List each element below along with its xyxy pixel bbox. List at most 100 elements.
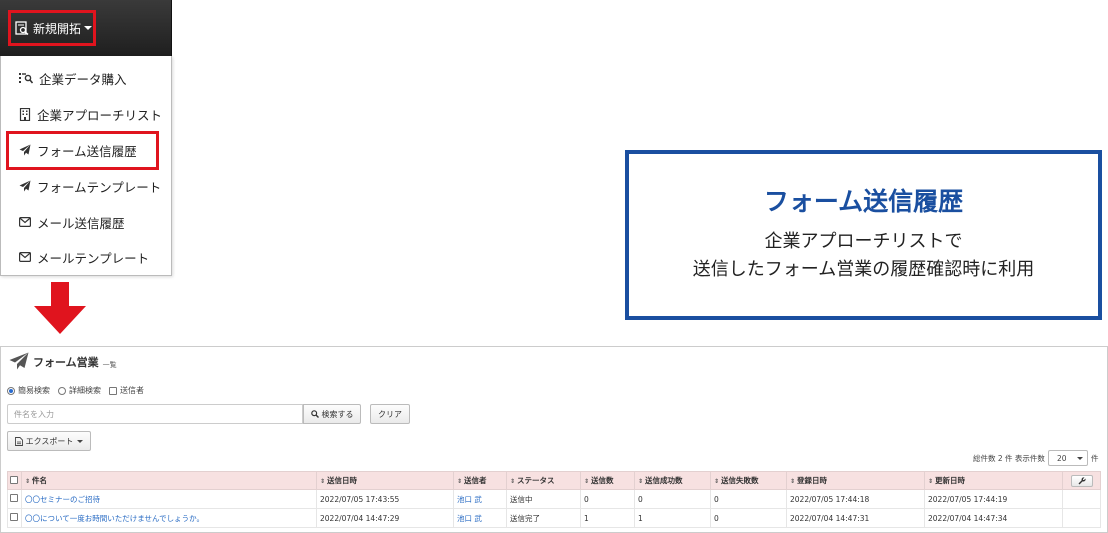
column-header-sent-count[interactable]: ⇕ 送信数 <box>580 471 635 490</box>
page-size-select[interactable]: 20 <box>1047 450 1088 466</box>
sender-checkbox[interactable] <box>109 386 117 395</box>
caret-down-icon <box>84 26 93 30</box>
header-label: 送信日時 <box>327 476 358 485</box>
table-row: 〇〇について一度お時間いただけませんでしょうか。 2022/07/04 14:4… <box>7 508 1101 528</box>
total-count-label: 総件数 2 件 表示件数 <box>973 453 1045 463</box>
nav-label: 新規開拓 <box>33 21 82 36</box>
arrow-down-icon <box>34 282 86 334</box>
cell-failure-count: 0 <box>710 489 787 509</box>
table-row: 〇〇セミナーのご招待 2022/07/05 17:43:55 池口 武 送信中 … <box>7 489 1101 509</box>
subject-link[interactable]: 〇〇について一度お時間いただけませんでしょうか。 <box>21 508 317 528</box>
header-label: 件名 <box>32 476 48 485</box>
result-count: 総件数 2 件 表示件数 20 件 <box>973 450 1098 466</box>
menu-item-label: 企業データ購入 <box>39 71 127 87</box>
column-header-sent-at[interactable]: ⇕ 送信日時 <box>316 471 454 490</box>
menu-item-label: メール送信履歴 <box>37 215 125 231</box>
paper-plane-icon <box>19 180 31 192</box>
search-button-label: 検索する <box>321 409 354 419</box>
envelope-icon <box>19 252 31 262</box>
column-header-failure-count[interactable]: ⇕ 送信失敗数 <box>710 471 787 490</box>
column-settings-button[interactable] <box>1070 474 1093 487</box>
checkbox-label: 送信者 <box>120 386 144 395</box>
header-label: 登録日時 <box>797 476 828 485</box>
cell-sent-count: 0 <box>580 489 635 509</box>
table-header-row: ⇕ 件名 ⇕ 送信日時 ⇕ 送信者 ⇕ ステータス ⇕ 送信数 ⇕ 送信成功数 ⇕ 送信失敗数… <box>7 471 1101 490</box>
sort-icon: ⇕ <box>928 478 934 485</box>
sort-icon: ⇕ <box>25 478 31 485</box>
menu-item-mail-send-history[interactable]: メール送信履歴 <box>1 208 173 236</box>
search-mode-options: 簡易検索 詳細検索 送信者 <box>7 385 144 396</box>
sender-link[interactable]: 池口 武 <box>453 508 507 528</box>
cell-sent-at: 2022/07/04 14:47:29 <box>316 508 454 528</box>
cell-success-count: 1 <box>634 508 711 528</box>
column-header-updated-at[interactable]: ⇕ 更新日時 <box>924 471 1063 490</box>
column-header-success-count[interactable]: ⇕ 送信成功数 <box>634 471 711 490</box>
menu-item-label: 企業アプローチリスト <box>37 107 163 123</box>
page-title: フォーム営業 一覧 <box>9 352 117 370</box>
cell-sent-count: 1 <box>580 508 635 528</box>
menu-item-company-data-purchase[interactable]: 企業データ購入 <box>1 64 173 92</box>
radio-label: 簡易検索 <box>18 386 50 395</box>
row-checkbox[interactable] <box>10 494 18 502</box>
building-icon <box>19 107 31 121</box>
page-title-text: フォーム営業 <box>33 356 99 369</box>
header-label: 送信者 <box>464 476 487 485</box>
wrench-icon <box>1078 476 1086 484</box>
cell-empty <box>1062 508 1101 528</box>
chevron-down-icon <box>1076 456 1083 460</box>
info-description-line: 送信したフォーム営業の履歴確認時に利用 <box>692 259 1035 280</box>
menu-item-label: メールテンプレート <box>37 250 150 266</box>
cell-updated-at: 2022/07/04 14:47:34 <box>924 508 1063 528</box>
cell-registered-at: 2022/07/04 14:47:31 <box>786 508 925 528</box>
column-header-sender[interactable]: ⇕ 送信者 <box>453 471 507 490</box>
caret-down-icon <box>77 439 84 443</box>
cell-registered-at: 2022/07/05 17:44:18 <box>786 489 925 509</box>
history-table: ⇕ 件名 ⇕ 送信日時 ⇕ 送信者 ⇕ ステータス ⇕ 送信数 ⇕ 送信成功数 ⇕ 送信失敗数… <box>7 471 1101 528</box>
highlight-box <box>6 131 159 170</box>
header-label: 送信数 <box>591 476 614 485</box>
page-subtitle: 一覧 <box>102 361 117 369</box>
cell-status: 送信完了 <box>506 508 581 528</box>
radio-simple-search[interactable] <box>7 386 15 395</box>
envelope-icon <box>19 217 31 227</box>
row-checkbox[interactable] <box>10 513 18 521</box>
sort-icon: ⇕ <box>790 478 796 485</box>
column-header-registered-at[interactable]: ⇕ 登録日時 <box>786 471 925 490</box>
export-button[interactable]: エクスポート <box>7 431 91 451</box>
cell-status: 送信中 <box>506 489 581 509</box>
radio-label: 詳細検索 <box>69 386 101 395</box>
sort-icon: ⇕ <box>457 478 463 485</box>
form-sales-panel: フォーム営業 一覧 簡易検索 詳細検索 送信者 検索する クリア エクスポート … <box>0 346 1108 533</box>
list-search-icon <box>15 21 29 35</box>
header-label: ステータス <box>517 476 555 485</box>
page-size-value: 20 <box>1056 453 1067 463</box>
export-button-label: エクスポート <box>25 436 74 446</box>
cell-empty <box>1062 489 1101 509</box>
cell-failure-count: 0 <box>710 508 787 528</box>
radio-detailed-search[interactable] <box>58 386 66 395</box>
list-search-icon <box>19 73 33 84</box>
sort-icon: ⇕ <box>320 478 326 485</box>
cell-updated-at: 2022/07/05 17:44:19 <box>924 489 1063 509</box>
select-all-checkbox[interactable] <box>10 475 18 484</box>
search-button[interactable]: 検索する <box>303 404 361 424</box>
menu-item-mail-template[interactable]: メールテンプレート <box>1 243 173 271</box>
top-navbar: 新規開拓 <box>0 0 172 56</box>
column-header-subject[interactable]: ⇕ 件名 <box>21 471 317 490</box>
search-input[interactable] <box>7 404 303 424</box>
sort-icon: ⇕ <box>584 478 590 485</box>
column-header-status[interactable]: ⇕ ステータス <box>506 471 581 490</box>
header-label: 更新日時 <box>935 476 966 485</box>
clear-button[interactable]: クリア <box>370 404 410 424</box>
sender-link[interactable]: 池口 武 <box>453 489 507 509</box>
page-size-unit: 件 <box>1090 453 1099 463</box>
nav-new-development-menu[interactable]: 新規開拓 <box>8 10 96 46</box>
subject-link[interactable]: 〇〇セミナーのご招待 <box>21 489 317 509</box>
menu-item-form-template[interactable]: フォームテンプレート <box>1 172 173 200</box>
paper-plane-icon <box>9 352 29 370</box>
search-icon <box>310 410 319 418</box>
menu-item-company-approach-list[interactable]: 企業アプローチリスト <box>1 100 173 128</box>
file-export-icon <box>14 436 23 446</box>
cell-success-count: 0 <box>634 489 711 509</box>
info-callout: フォーム送信履歴 企業アプローチリストで 送信したフォーム営業の履歴確認時に利用 <box>625 150 1102 320</box>
